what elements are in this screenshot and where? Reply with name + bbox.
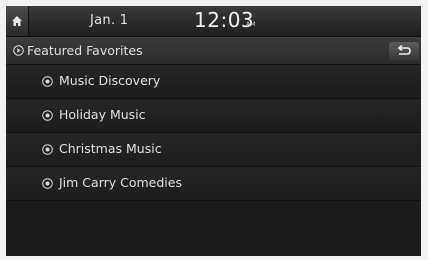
list-item-label: Jim Carry Comedies [59, 175, 182, 190]
bullet-circle-icon [42, 144, 53, 155]
home-icon [12, 16, 22, 26]
bullet-circle-icon [42, 76, 53, 87]
clock-time: 12:03 [194, 8, 255, 32]
status-bar: Jan. 1 12:03 AM [6, 6, 421, 37]
list-item[interactable]: Music Discovery [6, 65, 421, 99]
clock-ampm: AM [246, 21, 256, 28]
back-arrow-icon [397, 45, 411, 55]
date-label: Jan. 1 [90, 13, 129, 28]
list-item[interactable]: Christmas Music [6, 133, 421, 167]
list-item[interactable]: Jim Carry Comedies [6, 167, 421, 201]
bullet-circle-icon [42, 110, 53, 121]
screen: Jan. 1 12:03 AM Featured Favorites Music… [6, 6, 421, 256]
home-button[interactable] [6, 6, 29, 36]
list-item-label: Christmas Music [59, 141, 162, 156]
list-item-label: Holiday Music [59, 107, 146, 122]
back-button[interactable] [389, 42, 419, 60]
list-item[interactable]: Holiday Music [6, 99, 421, 133]
title-bar: Featured Favorites [6, 37, 421, 65]
page-title: Featured Favorites [27, 43, 143, 58]
bullet-circle-icon [42, 178, 53, 189]
list-item-label: Music Discovery [59, 73, 161, 88]
favorites-list: Music Discovery Holiday Music Christmas … [6, 65, 421, 201]
play-circle-icon [13, 45, 24, 56]
